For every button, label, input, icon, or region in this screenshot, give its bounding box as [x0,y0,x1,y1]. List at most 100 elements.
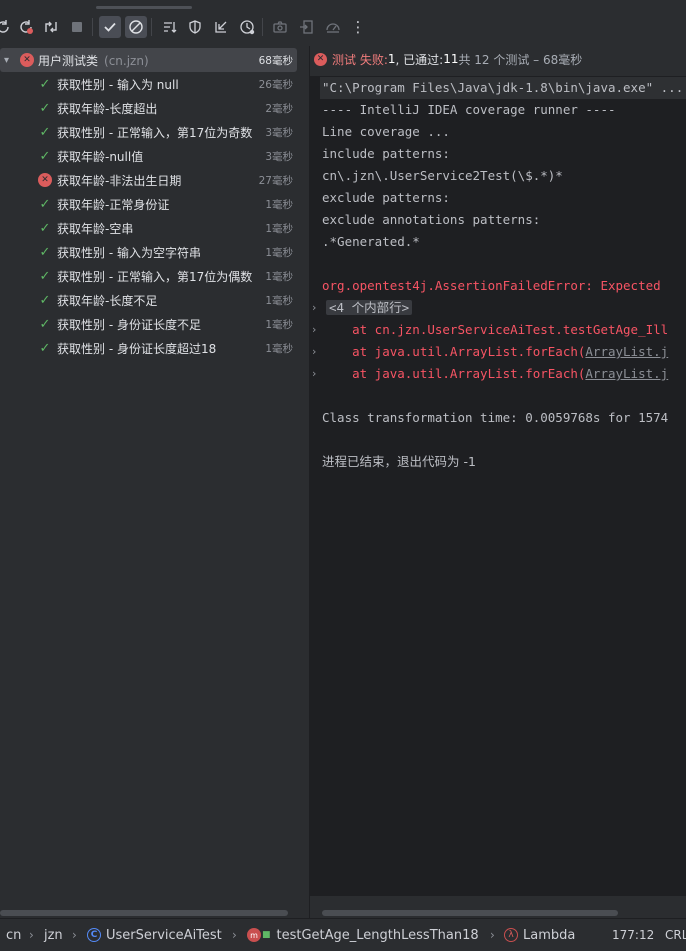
fail-icon: ✕ [38,173,52,187]
fold-arrow-icon[interactable]: › [312,363,316,385]
cursor-position[interactable]: 177:12 [612,919,654,951]
breadcrumb-class[interactable]: C UserServiceAiTest [87,919,222,951]
history-icon[interactable] [236,16,258,38]
check-icon: ✓ [39,148,51,164]
test-duration: 3毫秒 [263,124,293,140]
console-scrollbar[interactable] [322,910,618,916]
check-icon: ✓ [39,340,51,356]
tree-scrollbar[interactable] [0,910,288,916]
test-duration: 26毫秒 [256,76,293,92]
test-tree-panel: ▾ ✕ 用户测试类 (cn.jzn) 68毫秒 ✓ 获取性别 - 输入为 null 2… [0,46,309,918]
test-duration: 27毫秒 [256,172,293,188]
fold-arrow-icon[interactable]: › [312,341,316,363]
console-fold[interactable]: <4 个内部行> [326,297,413,319]
toolbar-scroll-indicator [96,6,192,9]
chevron-down-icon[interactable]: ▾ [4,55,9,66]
failed-count: 1 [387,52,396,66]
test-tree-item[interactable]: ✓ 获取性别 - 正常输入，第17位为偶数 1毫秒 [0,264,297,288]
toolbar-separator [262,18,263,36]
test-tree-item[interactable]: ✕ 获取年龄-非法出生日期 27毫秒 [0,168,297,192]
check-icon: ✓ [39,196,51,212]
test-tree-item[interactable]: ✓ 获取年龄-长度不足 1毫秒 [0,288,297,312]
rerun-failed-icon[interactable] [15,16,37,38]
sort-icon[interactable] [159,16,181,38]
show-passed-icon[interactable] [99,16,121,38]
check-icon: ✓ [39,316,51,332]
test-duration: 1毫秒 [263,220,293,236]
more-icon[interactable]: ⋮ [347,16,369,38]
test-name: 获取性别 - 正常输入，第17位为偶数 [57,269,253,284]
console-output[interactable]: "C:\Program Files\Java\jdk-1.8\bin\java.… [310,76,686,896]
collapse-icon[interactable] [210,16,232,38]
stack-trace-link[interactable]: ArrayList.j [585,366,668,381]
test-tree-item[interactable]: ✓ 获取年龄-空串 1毫秒 [0,216,297,240]
toggle-auto-test-icon[interactable] [40,16,62,38]
test-tree-item[interactable]: ✓ 获取年龄-长度超出 2毫秒 [0,96,297,120]
console-line: .*Generated.* [322,234,420,249]
import-icon[interactable] [296,16,318,38]
test-tree-item[interactable]: ✓ 获取性别 - 输入为 null 26毫秒 [0,72,297,96]
test-tree-root[interactable]: ▾ ✕ 用户测试类 (cn.jzn) 68毫秒 [0,48,297,72]
toolbar-separator [92,18,93,36]
camera-icon[interactable] [269,16,291,38]
test-tree-item[interactable]: ✓ 获取性别 - 输入为空字符串 1毫秒 [0,240,297,264]
check-icon: ✓ [39,292,51,308]
console-exit-line: 进程已结束，退出代码为 -1 [322,454,476,469]
passed-count: 11 [443,52,459,66]
lambda-icon: λ [504,928,518,942]
show-ignored-icon[interactable] [125,16,147,38]
test-tree-item[interactable]: ✓ 获取性别 - 身份证长度超过18 1毫秒 [0,336,297,360]
check-icon: ✓ [39,244,51,260]
root-duration: 68毫秒 [256,52,293,68]
class-icon: C [87,928,101,942]
test-duration: 1毫秒 [263,268,293,284]
test-name: 获取性别 - 输入为 null [57,77,179,92]
stack-trace-line: at cn.jzn.UserServiceAiTest.testGetAge_I… [322,319,668,341]
test-tree-item[interactable]: ✓ 获取年龄-null值 3毫秒 [0,144,297,168]
rerun-icon[interactable] [0,16,14,38]
breadcrumb-item: testGetAge_LengthLessThan18 [276,927,479,943]
fold-arrow-icon[interactable]: › [312,319,316,341]
test-tree-item[interactable]: ✓ 获取年龄-正常身份证 1毫秒 [0,192,297,216]
test-duration: 1毫秒 [263,316,293,332]
fold-text: <4 个内部行> [326,300,413,315]
check-icon: ✓ [39,220,51,236]
check-icon: ✓ [39,124,51,140]
test-name: 获取性别 - 身份证长度不足 [57,317,201,332]
test-name: 获取性别 - 身份证长度超过18 [57,341,217,356]
export-icon[interactable] [322,16,344,38]
test-tree-item[interactable]: ✓ 获取性别 - 正常输入，第17位为奇数 3毫秒 [0,120,297,144]
check-icon: ✓ [39,100,51,116]
console-line: cn\.jzn\.UserService2Test(\$.*)* [322,168,563,183]
test-duration: 1毫秒 [263,340,293,356]
test-status-bar: ✕ 测试 失败: 1, 已通过: 11 共 12 个测试 – 68毫秒 [310,46,686,72]
chevron-right-icon: › [29,928,34,942]
console-error-line: org.opentest4j.AssertionFailedError: Exp… [322,278,661,293]
test-name: 获取年龄-长度超出 [57,101,158,116]
breadcrumb-item[interactable]: cn [6,919,21,951]
root-package: (cn.jzn) [104,53,149,68]
fold-arrow-icon[interactable]: › [312,297,316,319]
breadcrumb-method[interactable]: m ■ testGetAge_LengthLessThan18 [247,919,479,951]
line-separator[interactable]: CRL [665,919,686,951]
chevron-right-icon: › [72,928,77,942]
stack-trace-text: at java.util.ArrayList.forEach( [322,344,586,359]
lock-icon: ■ [262,930,271,940]
passed-label: , 已通过: [395,52,444,67]
coverage-icon[interactable] [184,16,206,38]
console-command-line: "C:\Program Files\Java\jdk-1.8\bin\java.… [320,77,686,99]
breadcrumb-lambda[interactable]: λ Lambda [504,919,575,951]
chevron-right-icon: › [490,928,495,942]
console-line: ---- IntelliJ IDEA coverage runner ---- [322,102,616,117]
stop-icon[interactable] [66,16,88,38]
chevron-right-icon: › [232,928,237,942]
test-tree-item[interactable]: ✓ 获取性别 - 身份证长度不足 1毫秒 [0,312,297,336]
check-icon: ✓ [39,76,51,92]
stack-trace-line: at java.util.ArrayList.forEach(ArrayList… [322,341,668,363]
stack-trace-link[interactable]: ArrayList.j [585,344,668,359]
console-panel: ✕ 测试 失败: 1, 已通过: 11 共 12 个测试 – 68毫秒 "C:\P… [310,46,686,918]
console-transform-line: Class transformation time: 0.0059768s fo… [322,410,669,425]
stack-trace-text: at java.util.ArrayList.forEach( [322,366,586,381]
breadcrumb-item[interactable]: jzn [44,919,63,951]
console-line: exclude patterns: [322,190,450,205]
